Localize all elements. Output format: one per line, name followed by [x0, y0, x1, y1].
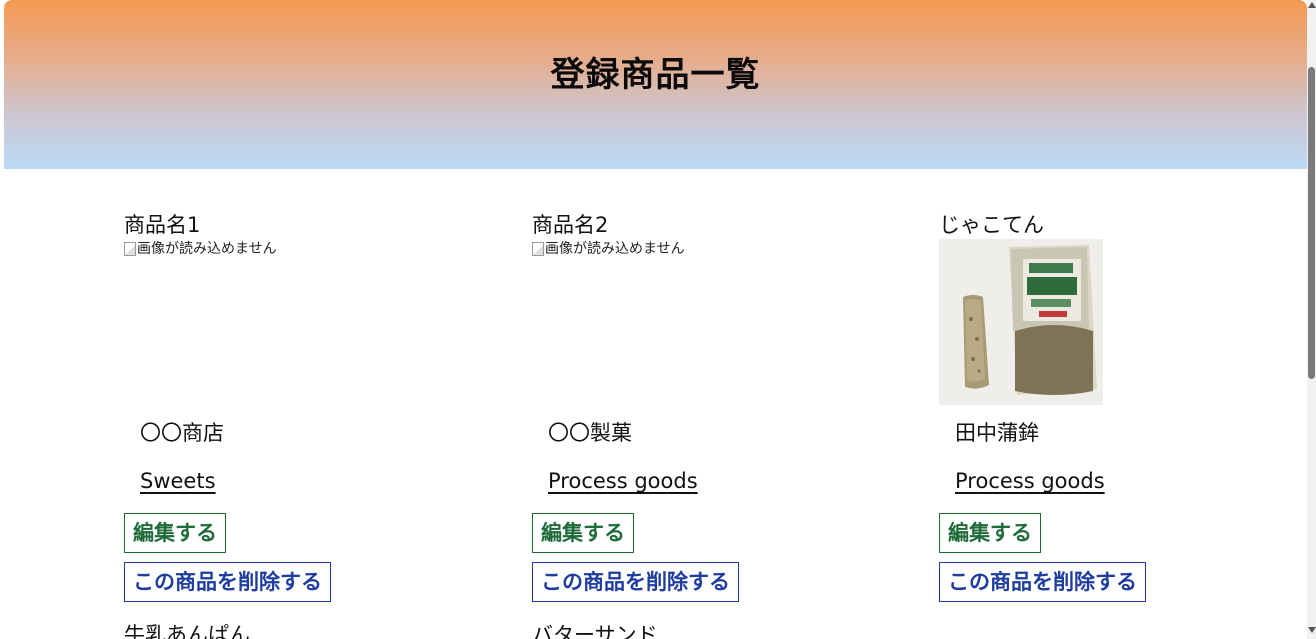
product-image-area — [939, 239, 1239, 406]
page: 登録商品一覧 商品名1 画像が読み込めません 〇〇商店 Sweets 編集する … — [0, 0, 1316, 639]
product-name: 商品名2 — [532, 213, 609, 237]
page-header: 登録商品一覧 — [4, 0, 1307, 169]
product-image-area: 画像が読み込めません — [532, 239, 832, 406]
broken-image-icon — [124, 242, 136, 256]
edit-button[interactable]: 編集する — [124, 513, 226, 553]
scrollbar-thumb[interactable] — [1308, 67, 1315, 379]
product-name: 牛乳あんぱん — [124, 623, 250, 639]
delete-button[interactable]: この商品を削除する — [939, 562, 1146, 602]
broken-image-icon — [532, 242, 544, 256]
category-link[interactable]: Process goods — [548, 467, 698, 495]
scrollbar[interactable] — [1307, 0, 1316, 639]
shop-name: 田中蒲鉾 — [955, 421, 1039, 445]
product-image-area: 画像が読み込めません — [124, 239, 424, 406]
shop-name: 〇〇製菓 — [548, 421, 632, 445]
edit-button[interactable]: 編集する — [939, 513, 1041, 553]
product-name: バターサンド — [532, 623, 658, 639]
broken-image: 画像が読み込めません — [124, 239, 424, 259]
image-alt-text: 画像が読み込めません — [137, 241, 277, 257]
product-photo — [939, 239, 1103, 405]
broken-image: 画像が読み込めません — [532, 239, 832, 259]
category-link[interactable]: Process goods — [955, 467, 1105, 495]
category-link[interactable]: Sweets — [140, 467, 216, 495]
delete-button[interactable]: この商品を削除する — [532, 562, 739, 602]
delete-button[interactable]: この商品を削除する — [124, 562, 331, 602]
scroll-down-icon[interactable] — [1308, 627, 1316, 633]
image-alt-text: 画像が読み込めません — [545, 241, 685, 257]
edit-button[interactable]: 編集する — [532, 513, 634, 553]
product-card: 商品名2 画像が読み込めません 〇〇製菓 Process goods 編集する … — [532, 211, 832, 602]
product-name: じゃこてん — [939, 213, 1044, 237]
scroll-up-icon[interactable] — [1308, 2, 1316, 8]
product-name: 商品名1 — [124, 213, 201, 237]
shop-name: 〇〇商店 — [140, 421, 224, 445]
page-title: 登録商品一覧 — [550, 55, 761, 95]
product-card: 商品名1 画像が読み込めません 〇〇商店 Sweets 編集する この商品を削除… — [124, 211, 424, 602]
product-card: じゃこてん 田中蒲鉾 Process goods 編集する この商品を削除する — [939, 211, 1239, 602]
